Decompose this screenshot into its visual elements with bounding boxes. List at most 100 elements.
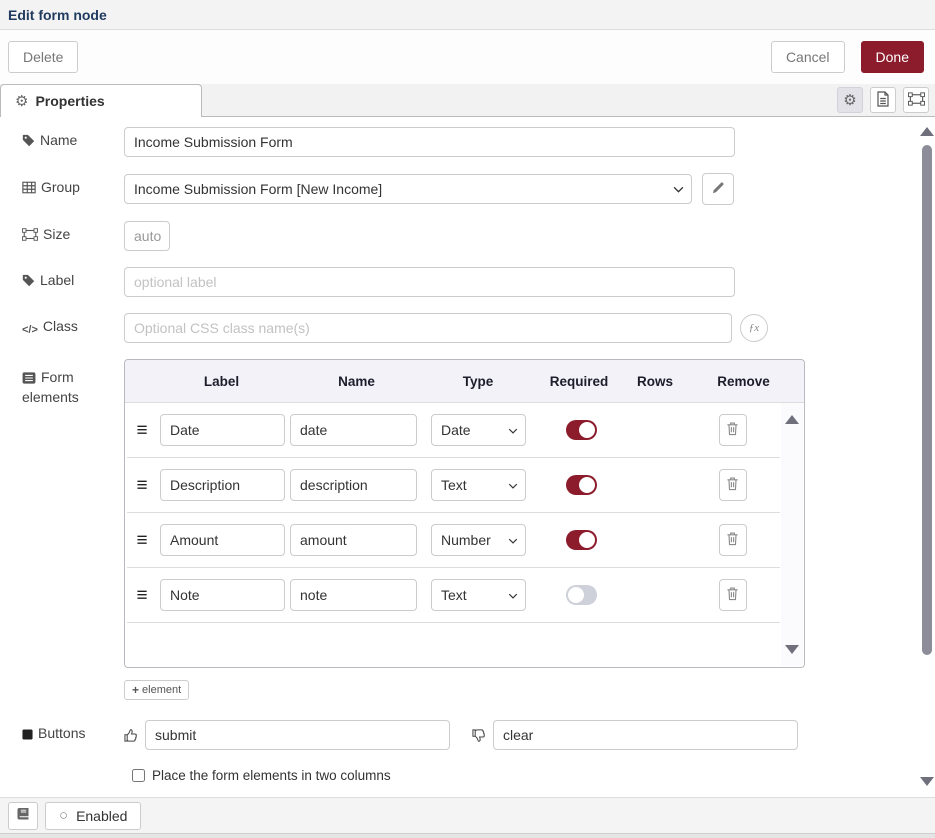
group-row: Group Income Submission Form [New Income… <box>8 173 918 205</box>
action-button-row: Delete Cancel Done <box>0 30 935 84</box>
col-remove: Remove <box>683 374 804 389</box>
element-label-input[interactable] <box>160 469 285 501</box>
name-label: Name <box>8 132 124 152</box>
scroll-up-icon[interactable] <box>785 415 799 424</box>
table-icon <box>22 181 36 199</box>
size-row: Size auto <box>8 221 918 251</box>
buttons-row: Buttons <box>8 720 918 750</box>
add-element-button[interactable]: + element <box>124 680 189 700</box>
scroll-down-icon[interactable] <box>920 777 934 786</box>
dialog-header: Edit form node <box>0 0 935 30</box>
element-label-input[interactable] <box>160 524 285 556</box>
name-row: Name <box>8 127 918 157</box>
tab-bar: ⚙ Properties ⚙ <box>0 84 935 117</box>
dynamic-class-button[interactable]: ƒx <box>740 314 768 342</box>
gear-icon: ⚙ <box>15 94 28 109</box>
size-auto-button[interactable]: auto <box>124 221 170 251</box>
two-columns-checkbox[interactable] <box>132 769 145 782</box>
element-type-select[interactable]: Date <box>431 414 526 446</box>
pencil-icon <box>712 181 725 197</box>
cancel-button[interactable]: Cancel <box>771 41 845 73</box>
remove-element-button[interactable] <box>719 524 747 556</box>
tab-properties-label: Properties <box>35 93 104 109</box>
element-type-select[interactable]: Text <box>431 579 526 611</box>
required-toggle[interactable] <box>566 530 597 550</box>
buttons-label: Buttons <box>8 725 124 745</box>
drag-handle-icon[interactable]: ≡ <box>127 586 157 605</box>
form-elements-editor: Label Name Type Required Rows Remove <box>124 359 805 700</box>
remove-element-button[interactable] <box>719 469 747 501</box>
table-scrollbar[interactable] <box>781 403 803 666</box>
remove-element-button[interactable] <box>719 414 747 446</box>
thumbs-down-icon <box>472 728 487 743</box>
list-icon <box>22 371 36 389</box>
element-type-select[interactable]: Text <box>431 469 526 501</box>
element-name-input[interactable] <box>290 414 417 446</box>
form-elements-row: Form elements Label Name Type Required R… <box>8 359 918 700</box>
properties-panel: Name Group Income Submission Form [New I… <box>0 117 918 797</box>
element-label-input[interactable] <box>160 579 285 611</box>
label-label: Label <box>8 272 124 292</box>
element-name-input[interactable] <box>290 579 417 611</box>
col-label: Label <box>155 374 288 389</box>
scrollbar-thumb[interactable] <box>922 145 932 655</box>
drag-handle-icon[interactable]: ≡ <box>127 421 157 440</box>
book-icon <box>16 807 30 824</box>
content-wrap: Name Group Income Submission Form [New I… <box>0 117 935 797</box>
class-label: </>Class <box>8 318 124 338</box>
class-row: </>Class ƒx <box>8 313 918 343</box>
edit-group-button[interactable] <box>702 173 734 205</box>
done-button[interactable]: Done <box>861 41 924 73</box>
element-name-input[interactable] <box>290 469 417 501</box>
clear-button-input[interactable] <box>493 720 798 750</box>
element-name-input[interactable] <box>290 524 417 556</box>
required-toggle[interactable] <box>566 420 597 440</box>
main-scrollbar[interactable] <box>918 117 935 797</box>
group-label: Group <box>8 179 124 199</box>
node-help-button[interactable] <box>8 802 38 830</box>
dialog-title: Edit form node <box>8 7 107 23</box>
name-input[interactable] <box>124 127 735 157</box>
tab-properties[interactable]: ⚙ Properties <box>0 84 202 117</box>
required-toggle[interactable] <box>566 585 597 605</box>
scroll-up-icon[interactable] <box>920 127 934 136</box>
properties-tab-button[interactable]: ⚙ <box>837 87 863 113</box>
delete-button[interactable]: Delete <box>8 41 78 73</box>
col-type: Type <box>425 374 531 389</box>
group-select[interactable]: Income Submission Form [New Income] <box>124 174 692 204</box>
document-icon <box>876 91 890 110</box>
appearance-tab-button[interactable] <box>903 87 929 113</box>
submit-button-input[interactable] <box>145 720 450 750</box>
trash-icon <box>726 421 739 439</box>
size-label: Size <box>8 226 124 246</box>
trash-icon <box>726 476 739 494</box>
object-group-icon <box>908 92 925 109</box>
class-input[interactable] <box>124 313 732 343</box>
elements-table: Label Name Type Required Rows Remove <box>124 359 805 668</box>
element-row: ≡ Number <box>127 513 780 568</box>
plus-icon: + <box>132 683 139 697</box>
object-group-icon <box>22 228 38 246</box>
trash-icon <box>726 586 739 604</box>
node-enabled-toggle[interactable]: ○ Enabled <box>45 802 141 830</box>
thumbs-up-icon <box>124 728 139 743</box>
element-row: ≡ Text <box>127 458 780 513</box>
description-tab-button[interactable] <box>870 87 896 113</box>
elements-table-header: Label Name Type Required Rows Remove <box>125 360 804 403</box>
element-type-select[interactable]: Number <box>431 524 526 556</box>
label-input[interactable] <box>124 267 735 297</box>
elements-table-body: ≡ Date <box>125 403 804 667</box>
status-circle-icon: ○ <box>59 808 68 823</box>
element-label-input[interactable] <box>160 414 285 446</box>
enabled-label: Enabled <box>76 808 127 824</box>
drag-handle-icon[interactable]: ≡ <box>127 476 157 495</box>
drag-handle-icon[interactable]: ≡ <box>127 531 157 550</box>
tab-icon-group: ⚙ <box>837 87 929 113</box>
two-columns-option: Place the form elements in two columns <box>132 768 918 783</box>
element-row: ≡ Text <box>127 568 780 623</box>
remove-element-button[interactable] <box>719 579 747 611</box>
tag-icon <box>22 274 35 292</box>
two-columns-label: Place the form elements in two columns <box>152 768 391 783</box>
required-toggle[interactable] <box>566 475 597 495</box>
scroll-down-icon[interactable] <box>785 645 799 654</box>
